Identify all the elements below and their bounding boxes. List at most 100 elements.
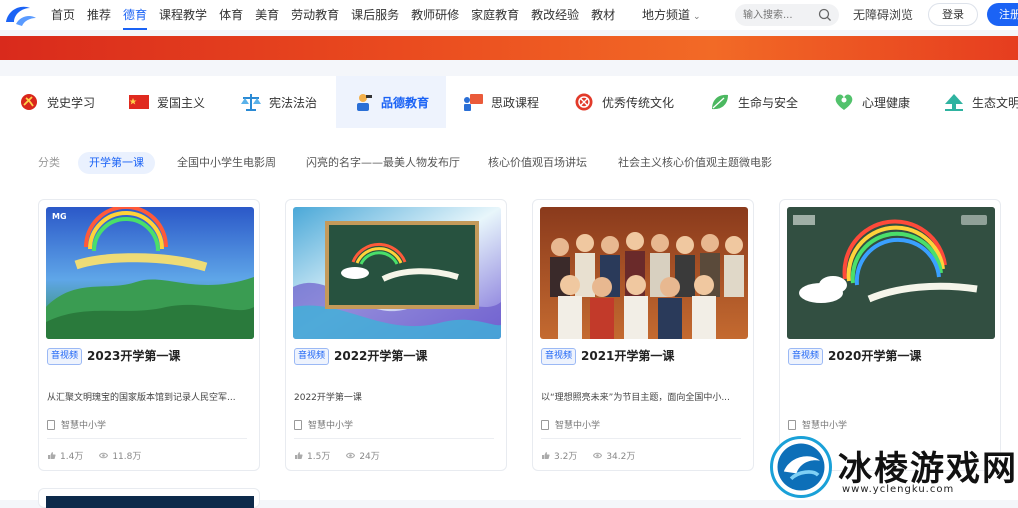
hero-banner[interactable] — [0, 36, 1018, 60]
subnav-item-core-values-forum[interactable]: 核心价值观百场讲坛 — [488, 152, 587, 174]
tab-traditional-culture[interactable]: 优秀传统文化 — [573, 76, 674, 128]
card-source: 智慧中小学 — [788, 418, 847, 431]
subnav-item-shining-names[interactable]: 闪亮的名字——最美人物发布厅 — [306, 152, 460, 174]
video-card[interactable]: 音视频 2022开学第一课 2022开学第一课 智慧中小学 1.5万 24万 — [285, 199, 507, 471]
tab-label: 党史学习 — [47, 95, 96, 110]
category-tabs: 党史学习 爱国主义 宪法法治 品德教育 思政课程 优秀传统文化 生命与安全 心理… — [0, 76, 1018, 128]
view-count: 11.8万 — [112, 452, 142, 462]
source-label: 智慧中小学 — [61, 421, 107, 431]
heart-icon — [835, 94, 853, 110]
thumbs-up-icon — [48, 452, 56, 459]
tab-label: 宪法法治 — [269, 95, 318, 110]
subnav-item-micro-films[interactable]: 社会主义核心价值观主题微电影 — [618, 152, 772, 174]
view-count: 34.2万 — [606, 452, 636, 462]
chevron-down-icon: ⌄ — [693, 12, 701, 22]
student-icon — [357, 94, 372, 111]
divider — [294, 438, 494, 439]
card-source: 智慧中小学 — [294, 418, 353, 431]
nav-item-reform[interactable]: 教改经验 — [531, 0, 579, 30]
subnav-label: 分类 — [38, 156, 60, 169]
video-thumbnail[interactable] — [293, 207, 501, 339]
flag-icon — [129, 95, 149, 109]
search-icon[interactable] — [818, 8, 832, 22]
thumbs-up-icon — [295, 452, 303, 459]
tab-patriotism[interactable]: 爱国主义 — [128, 76, 205, 128]
tab-party-history[interactable]: 党史学习 — [18, 76, 95, 128]
media-type-badge: 音视频 — [788, 348, 824, 365]
nav-item-home[interactable]: 首页 — [51, 0, 75, 30]
nav-item-teacher-training[interactable]: 教师研修 — [411, 0, 459, 30]
card-description: 以“理想照亮未来”为节目主题，面向全国中小... — [541, 393, 730, 403]
party-emblem-icon — [21, 94, 37, 110]
tab-label: 思政课程 — [491, 95, 540, 110]
video-card[interactable]: 音视频 2021开学第一课 以“理想照亮未来”为节目主题，面向全国中小... 智… — [532, 199, 754, 471]
tab-label: 心理健康 — [862, 95, 911, 110]
video-thumbnail[interactable] — [540, 207, 748, 339]
video-thumbnail[interactable] — [46, 496, 254, 508]
nav-item-course-teaching[interactable]: 课程教学 — [159, 0, 207, 30]
tab-character-education[interactable]: 品德教育 — [336, 76, 446, 128]
search-input[interactable] — [743, 7, 813, 23]
tab-mental-health[interactable]: 心理健康 — [833, 76, 910, 128]
nav-item-family[interactable]: 家庭教育 — [471, 0, 519, 30]
tab-label: 爱国主义 — [157, 95, 206, 110]
eye-icon — [593, 452, 603, 459]
divider — [47, 438, 247, 439]
local-channel-label: 地方频道 — [642, 8, 691, 22]
search-box — [735, 4, 839, 26]
lecture-icon — [464, 94, 483, 111]
video-thumbnail[interactable] — [787, 207, 995, 339]
card-title[interactable]: 2022开学第一课 — [334, 347, 427, 364]
source-label: 智慧中小学 — [308, 421, 354, 431]
culture-knot-icon — [575, 93, 593, 111]
svg-text:MG: MG — [52, 212, 67, 221]
subnav-item-first-lesson[interactable]: 开学第一课 — [78, 152, 155, 174]
card-stats: 1.5万 24万 — [294, 449, 380, 462]
video-card[interactable] — [38, 488, 260, 508]
watermark-url: www.yclengku.com — [842, 484, 955, 495]
main-nav: 首页 推荐 德育 课程教学 体育 美育 劳动教育 课后服务 教师研修 家庭教育 … — [51, 0, 627, 30]
local-channel-dropdown[interactable]: 地方频道 ⌄ — [642, 0, 701, 30]
card-description: 从汇聚文明瑰宝的国家版本馆到记录人民空军... — [47, 393, 236, 403]
media-type-badge: 音视频 — [47, 348, 83, 365]
like-count: 1.4万 — [60, 452, 84, 462]
tab-label: 品德教育 — [381, 95, 430, 110]
source-label: 智慧中小学 — [802, 421, 848, 431]
site-logo[interactable] — [2, 2, 40, 28]
card-title[interactable]: 2023开学第一课 — [87, 347, 180, 364]
card-source: 智慧中小学 — [47, 418, 106, 431]
video-thumbnail[interactable]: MG — [46, 207, 254, 339]
source-label: 智慧中小学 — [555, 421, 601, 431]
tab-constitution-law[interactable]: 宪法法治 — [240, 76, 317, 128]
subnav-item-film-week[interactable]: 全国中小学生电影周 — [177, 152, 276, 174]
video-card[interactable]: 音视频 2020开学第一课 智慧中小学 — [779, 199, 1001, 471]
nav-item-after-school[interactable]: 课后服务 — [351, 0, 399, 30]
nav-item-labor[interactable]: 劳动教育 — [291, 0, 339, 30]
nav-item-arts[interactable]: 美育 — [255, 0, 279, 30]
card-title[interactable]: 2021开学第一课 — [581, 347, 674, 364]
accessibility-link[interactable]: 无障碍浏览 — [853, 0, 913, 30]
watermark-text: 冰棱游戏网 — [838, 449, 1018, 489]
nav-item-recommend[interactable]: 推荐 — [87, 0, 111, 30]
document-icon — [294, 419, 302, 430]
video-card[interactable]: MG 音视频 2023开学第一课 从汇聚文明瑰宝的国家版本馆到记录人民空军...… — [38, 199, 260, 471]
like-count: 3.2万 — [554, 452, 578, 462]
document-icon — [47, 419, 55, 430]
tab-ideological-courses[interactable]: 思政课程 — [462, 76, 539, 128]
like-count: 1.5万 — [307, 452, 331, 462]
media-type-badge: 音视频 — [294, 348, 330, 365]
register-button[interactable]: 注册 — [987, 3, 1018, 26]
card-stats: 1.4万 11.8万 — [47, 449, 141, 462]
tab-ecological-civilization[interactable]: 生态文明 — [943, 76, 1018, 128]
tab-label: 优秀传统文化 — [602, 95, 675, 110]
nav-item-moral-education[interactable]: 德育 — [123, 0, 148, 30]
view-count: 24万 — [359, 452, 380, 462]
tab-life-safety[interactable]: 生命与安全 — [709, 76, 798, 128]
nav-item-sports[interactable]: 体育 — [219, 0, 243, 30]
card-title[interactable]: 2020开学第一课 — [828, 347, 921, 364]
login-button[interactable]: 登录 — [928, 3, 978, 26]
document-icon — [788, 419, 796, 430]
nav-item-textbook[interactable]: 教材 — [591, 0, 615, 30]
document-icon — [541, 419, 549, 430]
watermark-logo — [770, 436, 832, 498]
